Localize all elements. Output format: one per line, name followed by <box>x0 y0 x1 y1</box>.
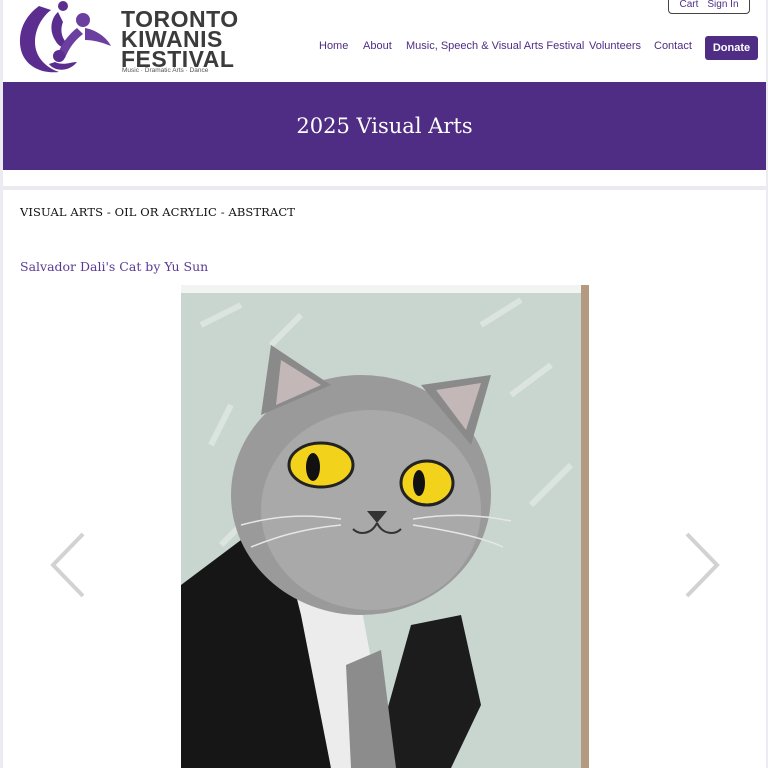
donate-button[interactable]: Donate <box>705 36 758 60</box>
category-heading: VISUAL ARTS - OIL OR ACRYLIC - ABSTRACT <box>20 205 295 219</box>
nav-item-about[interactable]: About <box>363 40 392 52</box>
page-banner: 2025 Visual Arts <box>3 82 766 170</box>
artwork-image <box>181 285 589 768</box>
account-links: Cart Sign In <box>668 0 750 14</box>
chevron-right-icon[interactable] <box>681 532 721 598</box>
section-divider <box>3 186 766 190</box>
sign-in-link[interactable]: Sign In <box>707 0 738 10</box>
page: TORONTO KIWANIS FESTIVAL Music · Dramati… <box>3 0 766 768</box>
nav-item-festival[interactable]: Music, Speech & Visual Arts Festival <box>406 40 584 52</box>
chevron-left-icon[interactable] <box>49 532 89 598</box>
page-title: 2025 Visual Arts <box>296 114 473 138</box>
main-nav: Home About Music, Speech & Visual Arts F… <box>3 36 766 60</box>
nav-item-volunteers[interactable]: Volunteers <box>589 40 641 52</box>
logo-tagline: Music · Dramatic Arts · Dance <box>122 67 209 74</box>
nav-item-contact[interactable]: Contact <box>654 40 692 52</box>
nav-item-home[interactable]: Home <box>319 40 348 52</box>
artwork-title: Salvador Dali's Cat by Yu Sun <box>20 259 209 274</box>
cart-link[interactable]: Cart <box>679 0 698 10</box>
